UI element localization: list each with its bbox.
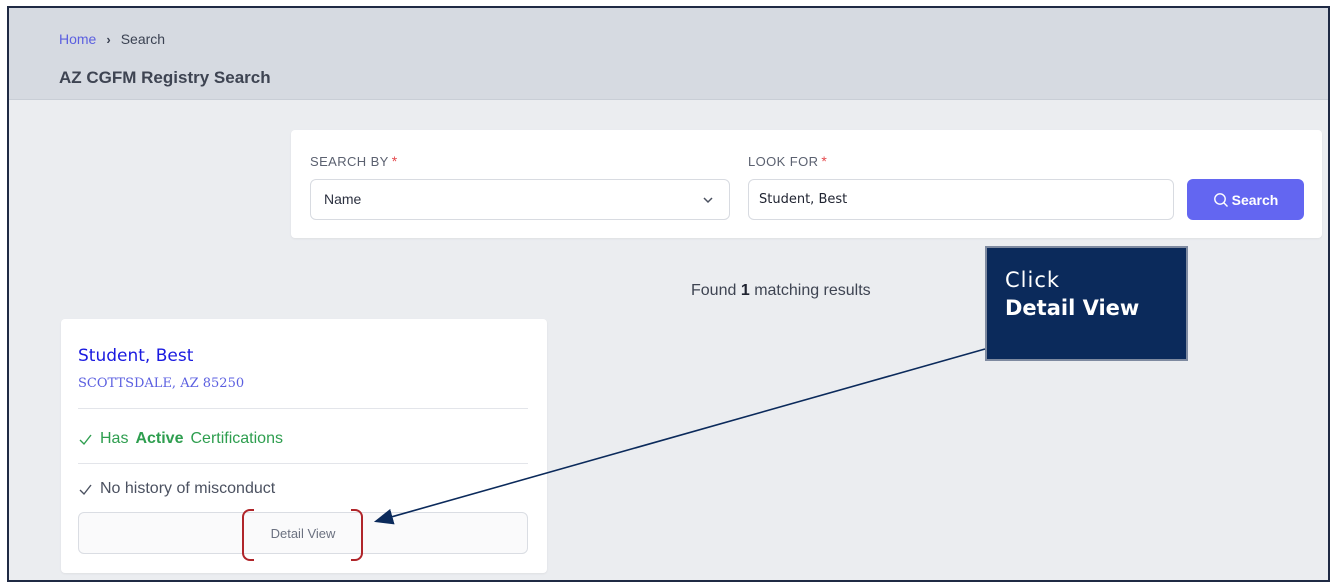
search-button-label: Search [1231,191,1279,208]
look-for-input[interactable]: Student, Best [748,179,1174,220]
search-button[interactable]: Search [1187,179,1304,220]
misconduct-status: No history of misconduct [78,480,275,498]
callout-line-2: Detail View [1005,296,1140,320]
results-summary: Found 1 matching results [691,282,871,300]
result-card: Student, Best SCOTTSDALE, AZ 85250 Has A… [61,319,547,573]
app-frame: Home › Search AZ CGFM Registry Search SE… [7,6,1330,582]
check-icon [79,434,92,445]
required-marker: * [821,153,828,169]
highlight-bracket-left [242,509,254,561]
search-icon [1213,192,1228,207]
search-by-label: SEARCH BY * [310,153,398,169]
misconduct-text: No history of misconduct [100,480,276,497]
divider [78,408,528,409]
page-header: Home › Search AZ CGFM Registry Search [9,8,1328,100]
results-prefix: Found [691,282,737,299]
cert-suffix: Certifications [190,430,283,447]
person-name: Student, Best [78,346,194,366]
breadcrumb-current: Search [120,31,166,47]
results-count: 1 [740,282,750,299]
search-panel: SEARCH BY * LOOK FOR * Name Student, Best … [291,130,1322,238]
divider [78,463,528,464]
search-by-selected-value: Name [324,191,362,207]
check-icon [79,484,92,495]
cert-status-active: Active [135,430,184,447]
detail-view-label: Detail View [270,525,336,541]
look-for-label-text: LOOK FOR [748,154,819,169]
certification-status: Has Active Certifications [78,430,283,448]
detail-view-button[interactable]: Detail View [78,512,528,554]
breadcrumb: Home › Search [59,31,165,47]
results-suffix: matching results [754,282,871,299]
look-for-label: LOOK FOR * [748,153,827,169]
search-by-select[interactable]: Name [310,179,730,220]
instruction-callout: Click Detail View [985,246,1188,361]
breadcrumb-separator-icon: › [106,31,111,47]
search-by-label-text: SEARCH BY [310,154,389,169]
breadcrumb-home-link[interactable]: Home [59,31,96,47]
chevron-down-icon [703,197,713,204]
highlight-bracket-right [351,509,363,561]
required-marker: * [391,153,398,169]
page-title: AZ CGFM Registry Search [59,68,271,87]
callout-line-1: Click [1005,268,1061,292]
cert-prefix: Has [100,430,129,447]
person-location: SCOTTSDALE, AZ 85250 [78,376,245,391]
